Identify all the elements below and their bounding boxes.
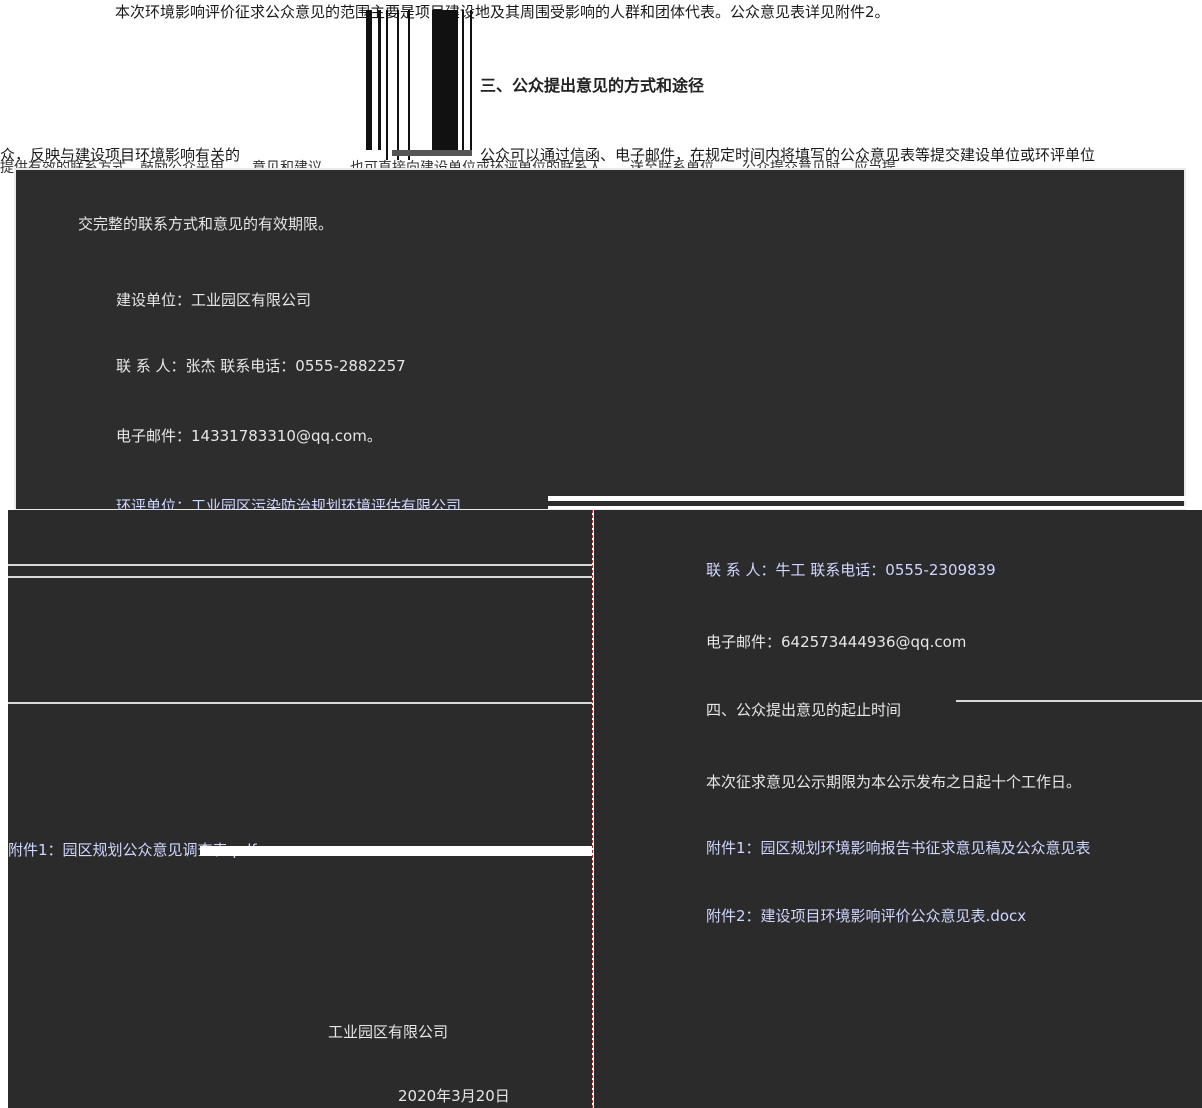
attachment2-link[interactable]: 附件2：建设项目环境影响评价公众意见表.docx [706,906,1026,926]
upper-dark-panel: 交完整的联系方式和意见的有效期限。 建设单位：工业园区有限公司 联 系 人：张杰… [14,168,1186,515]
construction-unit: 建设单位：工业园区有限公司 [116,291,312,309]
artifact-bar [366,10,372,150]
artifact-white-bar [548,506,1186,509]
artifact-bar [392,150,472,156]
divider-line [8,564,592,566]
period-text: 本次征求意见公示期限为本公示发布之日起十个工作日。 [706,773,1082,791]
artifact-bar [432,10,458,150]
divider-line [8,576,592,578]
email-line: 电子邮件：14331783310@qq.com。 [116,427,382,445]
intro-line: 本次环境影响评价征求公众意见的范围主要是项目建设地及其周围受影响的人群和团体代表… [115,3,890,21]
artifact-white-bar [200,846,592,856]
artifact-bar [470,10,472,150]
panel-line: 交完整的联系方式和意见的有效期限。 [78,215,334,233]
section4-heading: 四、公众提出意见的起止时间 [706,701,902,719]
email-line: 电子邮件：642573444936@qq.com [706,633,967,651]
sign-date: 2020年3月20日 [398,1087,510,1105]
artifact-bar [408,10,410,160]
artifact-bar [462,10,464,150]
contact-line: 联 系 人：张杰 联系电话：0555-2882257 [116,357,406,375]
contact-line: 联 系 人：牛工 联系电话：0555-2309839 [706,561,996,579]
divider-line [8,702,592,704]
artifact-bar [386,10,388,160]
divider-line [956,700,1202,702]
lower-right-panel: 联 系 人：牛工 联系电话：0555-2309839 电子邮件：64257344… [594,510,1202,1108]
artifact-bar [397,10,399,160]
artifact-white-bar [548,496,1186,501]
company-sign: 工业园区有限公司 [328,1023,449,1041]
section-heading: 三、公众提出意见的方式和途径 [480,76,705,95]
artifact-bar [378,10,381,150]
column-divider [592,510,593,1108]
lower-left-panel: 附件1：园区规划公众意见调查表.pdf 工业园区有限公司 2020年3月20日 [8,510,592,1108]
attachment1-link[interactable]: 附件1：园区规划环境影响报告书征求意见稿及公众意见表 [706,838,1091,858]
